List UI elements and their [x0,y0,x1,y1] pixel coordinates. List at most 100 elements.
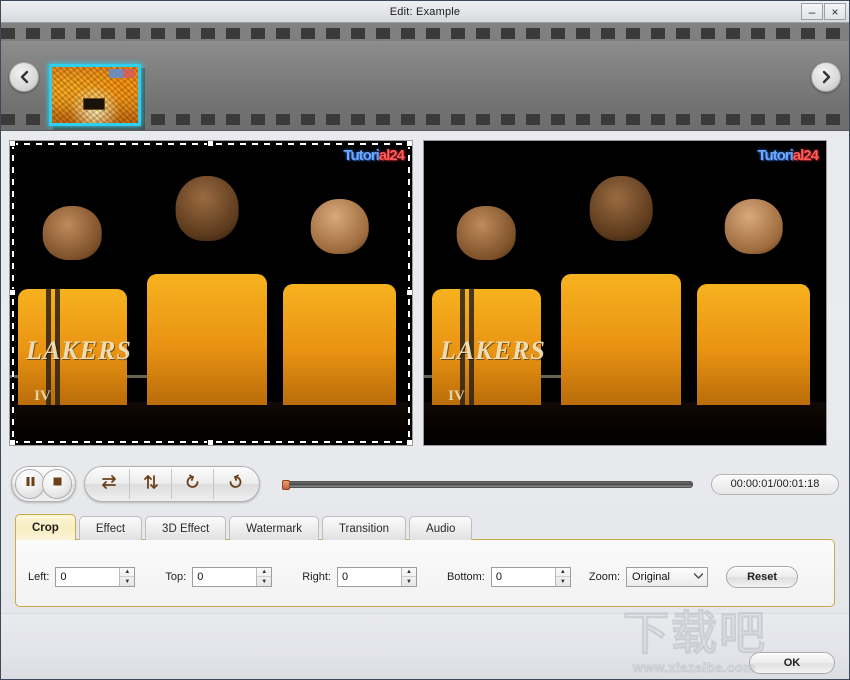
crop-handle-middle-right[interactable] [406,289,413,296]
player-center-head [176,176,239,242]
thumbnail-frame [49,64,141,126]
crop-handle-bottom-center[interactable] [207,439,214,446]
previous-clip-button[interactable] [9,62,39,92]
zoom-label: Zoom: [589,571,620,583]
ok-button[interactable]: OK [749,652,835,674]
tab-3d-effect[interactable]: 3D Effect [145,516,226,540]
spin-down-icon[interactable]: ▼ [120,577,134,586]
spin-down-icon[interactable]: ▼ [402,577,416,586]
crop-bottom-spin-buttons: ▲ ▼ [555,568,570,586]
jersey-number-text: IV [34,388,51,405]
crop-bottom-label: Bottom: [447,571,485,583]
rotate-right-button[interactable] [214,469,256,499]
jersey-team-text: LAKERS [440,336,546,366]
editor-tabs: Crop Effect 3D Effect Watermark Transiti… [15,514,835,540]
crop-handle-top-center[interactable] [207,140,214,147]
rotate-left-icon [184,474,202,495]
sprocket-holes-top [1,28,849,39]
pause-button[interactable] [15,469,45,499]
seek-track[interactable] [284,481,693,488]
crop-left-label: Left: [28,571,49,583]
transport-bar: 00:00:01/00:01:18 [1,462,849,506]
chevron-right-icon [820,70,833,84]
clip-thumbnail[interactable] [49,64,141,126]
zoom-selected-value: Original [627,571,689,583]
spin-up-icon[interactable]: ▲ [402,568,416,577]
crop-tab-panel: Left: 0 ▲ ▼ Top: 0 ▲ ▼ [15,539,835,607]
filmstrip-bar [1,23,849,131]
crop-bottom-spinner[interactable]: 0 ▲ ▼ [491,567,571,587]
crop-top-spin-buttons: ▲ ▼ [256,568,271,586]
crop-bottom-value[interactable]: 0 [492,571,555,583]
watermark-text-blue: Tutori [757,147,792,164]
crop-handle-bottom-right[interactable] [406,439,413,446]
source-video-frame: LAKERS IV Tutorial24 [10,141,412,445]
jersey-team-text: LAKERS [26,336,132,366]
window-buttons: – × [801,3,846,20]
rotate-left-button[interactable] [172,469,214,499]
flip-horizontal-button[interactable] [88,469,130,499]
player-right [697,241,810,405]
source-preview[interactable]: LAKERS IV Tutorial24 [9,140,413,446]
result-video-frame: LAKERS IV Tutorial24 [424,141,826,445]
player-center [147,223,268,405]
chevron-left-icon [18,70,31,84]
crop-controls-row: Left: 0 ▲ ▼ Top: 0 ▲ ▼ [16,566,834,588]
flip-vertical-button[interactable] [130,469,172,499]
spin-up-icon[interactable]: ▲ [257,568,271,577]
watermark-text-red: al24 [793,147,818,164]
spin-up-icon[interactable]: ▲ [120,568,134,577]
stop-button[interactable] [42,469,72,499]
zoom-dropdown[interactable]: Original [626,567,708,587]
jersey-number-text: IV [448,388,465,405]
crop-handle-middle-left[interactable] [9,289,16,296]
pause-icon [24,475,37,493]
spin-down-icon[interactable]: ▼ [556,577,570,586]
crop-top-spinner[interactable]: 0 ▲ ▼ [192,567,272,587]
spin-up-icon[interactable]: ▲ [556,568,570,577]
tab-transition[interactable]: Transition [322,516,406,540]
reset-button[interactable]: Reset [726,566,798,588]
crop-left-value[interactable]: 0 [56,571,119,583]
seek-handle[interactable] [282,480,290,490]
crop-top-field: Top: 0 ▲ ▼ [165,567,272,587]
crop-handle-top-right[interactable] [406,140,413,147]
tab-effect[interactable]: Effect [79,516,142,540]
dialog-footer: OK [1,613,849,679]
close-button[interactable]: × [824,3,846,20]
spin-down-icon[interactable]: ▼ [257,577,271,586]
next-clip-button[interactable] [811,62,841,92]
player-right-head [724,199,783,255]
player-right-head [310,199,369,255]
player-center-jersey [561,274,682,405]
seek-bar[interactable] [274,472,697,496]
crop-handle-top-left[interactable] [9,140,16,147]
crop-bottom-field: Bottom: 0 ▲ ▼ [447,567,571,587]
player-left [432,247,541,405]
player-center-jersey [147,274,268,405]
player-left [18,247,127,405]
crop-right-label: Right: [302,571,331,583]
result-preview[interactable]: LAKERS IV Tutorial24 [423,140,827,446]
tab-crop[interactable]: Crop [15,514,76,540]
player-left-head [457,206,516,260]
tab-watermark[interactable]: Watermark [229,516,319,540]
player-center [561,223,682,405]
crop-left-spinner[interactable]: 0 ▲ ▼ [55,567,135,587]
playback-controls [11,466,76,502]
crop-handle-bottom-left[interactable] [9,439,16,446]
crop-right-spinner[interactable]: 0 ▲ ▼ [337,567,417,587]
thumbnail-watermark-icon [109,69,135,78]
crop-right-field: Right: 0 ▲ ▼ [302,567,417,587]
player-right [283,241,396,405]
crop-top-value[interactable]: 0 [193,571,256,583]
court-floor [424,402,826,445]
minimize-button[interactable]: – [801,3,823,20]
player-right-jersey [697,284,810,405]
crop-right-value[interactable]: 0 [338,571,401,583]
flip-horizontal-icon [100,474,118,495]
watermark-text-blue: Tutori [343,147,378,164]
thumbnail-scoreboard [83,98,105,110]
tab-audio[interactable]: Audio [409,516,472,540]
flip-vertical-icon [142,474,160,495]
